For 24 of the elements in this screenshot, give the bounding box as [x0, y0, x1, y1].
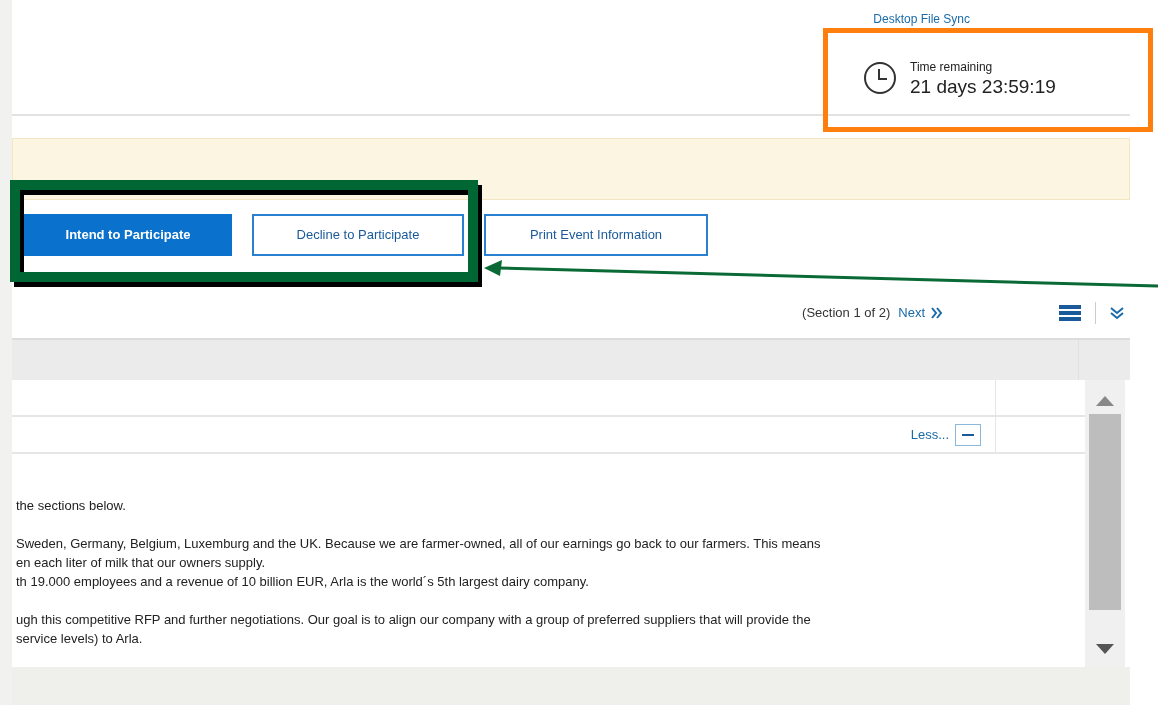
double-chevron-down-icon[interactable]	[1110, 306, 1124, 320]
time-remaining-label: Time remaining	[910, 59, 994, 76]
action-button[interactable]: Print Event Information	[484, 214, 708, 256]
time-remaining-value: 21 days 23:59:19	[910, 76, 1056, 98]
less-link[interactable]: Less...	[910, 424, 949, 445]
description-line: en each liter of milk that our owners supply.	[16, 554, 267, 572]
list-view-icon[interactable]	[1059, 305, 1081, 321]
next-link[interactable]: Next	[898, 303, 925, 323]
section-indicator: (Section 1 of 2)	[802, 304, 891, 323]
description-line: the sections below.	[16, 497, 127, 515]
description-line: service levels) to Arla.	[16, 630, 144, 648]
double-chevron-right-icon[interactable]	[931, 307, 943, 319]
desktop-file-sync-link[interactable]: Desktop File Sync	[873, 10, 970, 26]
scroll-down-icon[interactable]	[1096, 644, 1114, 654]
scrollbar-thumb[interactable]	[1089, 414, 1121, 610]
clock-icon	[862, 60, 898, 96]
scroll-up-icon[interactable]	[1096, 396, 1114, 406]
description-line: Sweden, Germany, Belgium, Luxemburg and the UK. Because we are farmer-owned, all of our earnings go back to our farmers. This means	[16, 535, 822, 553]
collapse-button[interactable]	[955, 423, 981, 446]
scrollbar[interactable]	[1085, 380, 1125, 667]
description-line: th 19.000 employees and a revenue of 10 billion EUR, Arla is the world´s 5th largest dairy company.	[16, 573, 590, 591]
description-line: ugh this competitive RFP and further negotiations. Our goal is to align our company with a group of preferred suppliers that will provide the	[16, 611, 812, 629]
primary-action-button[interactable]: Intend to Participate	[24, 214, 232, 256]
action-button[interactable]: Decline to Participate	[252, 214, 464, 256]
